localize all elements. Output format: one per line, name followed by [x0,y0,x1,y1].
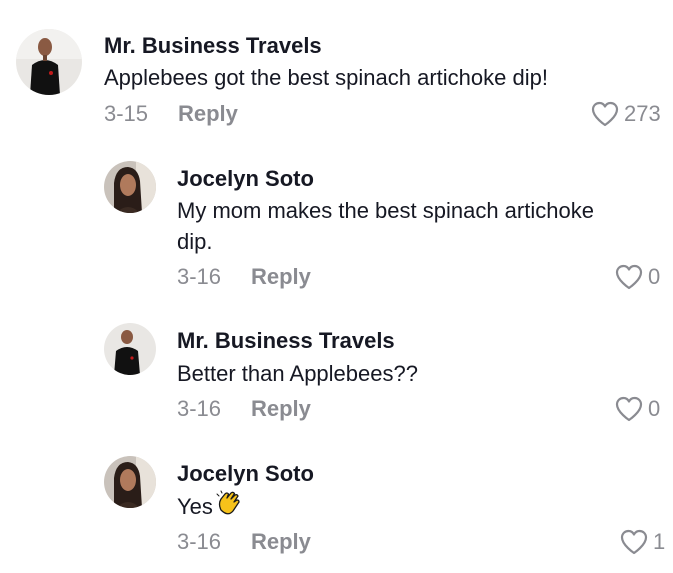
reply-button[interactable]: Reply [251,264,311,290]
like-count: 0 [648,396,661,421]
like-button[interactable]: 1 [619,528,665,556]
username[interactable]: Mr. Business Travels [177,328,395,354]
comment-date: 3-16 [177,529,222,554]
comment-text-line-2: dip. [177,229,213,254]
comment-text: Better than Applebees?? [177,361,418,386]
avatar[interactable] [104,161,156,213]
reply-button[interactable]: Reply [178,101,238,127]
woman-avatar-image [104,456,156,508]
man-avatar-image [104,323,156,375]
reply-button[interactable]: Reply [251,396,311,422]
comment-text: Applebees got the best spinach artichoke… [104,65,548,90]
heart-icon [615,264,643,290]
heart-icon [620,529,648,555]
comment-text-line-1: My mom makes the best spinach artichoke [177,198,594,223]
like-button[interactable]: 0 [614,263,660,291]
reply-button[interactable]: Reply [251,529,311,555]
woman-avatar-image [104,161,156,213]
like-count: 0 [648,264,661,289]
username[interactable]: Jocelyn Soto [177,461,314,487]
avatar[interactable] [104,456,156,508]
heart-icon [615,396,643,422]
comment-text-content: Yes [177,493,213,519]
comment-date: 3-15 [104,101,149,126]
comment-text: Yes [177,490,243,526]
username[interactable]: Mr. Business Travels [104,33,322,59]
like-count: 273 [624,101,661,126]
comment-date: 3-16 [177,264,222,289]
comment-date: 3-16 [177,396,222,421]
man-avatar-image [16,29,82,95]
avatar[interactable] [104,323,156,375]
avatar[interactable] [16,29,82,95]
like-button[interactable]: 273 [590,100,661,128]
heart-icon [591,101,619,127]
like-count: 1 [653,529,666,554]
like-button[interactable]: 0 [614,395,660,423]
username[interactable]: Jocelyn Soto [177,166,314,192]
clapping-hands-emoji-icon [215,490,243,526]
